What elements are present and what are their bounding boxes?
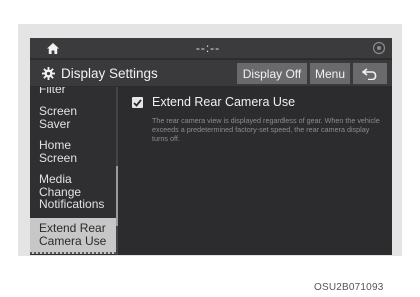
sidebar-item-label: Filter [39, 87, 66, 96]
sidebar-item-extend-rear-camera-use[interactable]: Extend Rear Camera Use [30, 218, 116, 254]
gear-icon [42, 66, 55, 80]
settings-content: Extend Rear Camera Use The rear camera v… [122, 87, 388, 255]
display-off-button[interactable]: Display Off [237, 63, 307, 84]
option-description: The rear camera view is displayed regard… [152, 116, 380, 143]
page-title-text: Display Settings [61, 65, 158, 81]
sidebar-item-label: Screen Saver [39, 104, 78, 131]
checkmark-icon [133, 98, 142, 107]
signal-icon [372, 41, 386, 55]
menu-button[interactable]: Menu [310, 63, 350, 84]
infotainment-screen: --:-- Display Settings Display Off Menu … [30, 38, 392, 255]
header-bar: Display Settings Display Off Menu [30, 60, 392, 86]
page-title: Display Settings [42, 64, 158, 82]
clock: --:-- [195, 41, 221, 55]
back-icon [362, 67, 377, 80]
settings-sidebar: Filter Screen Saver Home Screen Media Ch… [30, 87, 116, 255]
sidebar-item-label: Extend Rear Camera Use [39, 221, 107, 248]
home-button[interactable] [38, 40, 68, 56]
extend-rear-camera-checkbox[interactable] [132, 97, 143, 108]
sidebar-item-screen-saver[interactable]: Screen Saver [30, 105, 116, 135]
sidebar-item-home-screen[interactable]: Home Screen [30, 139, 116, 169]
home-icon [47, 42, 59, 54]
sidebar-item-label: Home Screen [39, 138, 78, 165]
sidebar-item-media-change-notifications[interactable]: Media Change Notifications [30, 173, 116, 215]
sidebar-scroll-thumb[interactable] [116, 166, 118, 226]
sidebar-item-filter[interactable]: Filter [30, 87, 116, 99]
status-bar: --:-- [30, 38, 392, 58]
figure-code: OSU2B071093 [314, 282, 384, 293]
back-button[interactable] [353, 63, 387, 84]
option-label[interactable]: Extend Rear Camera Use [152, 95, 295, 109]
sidebar-item-label: Media Change Notifications [39, 172, 105, 211]
